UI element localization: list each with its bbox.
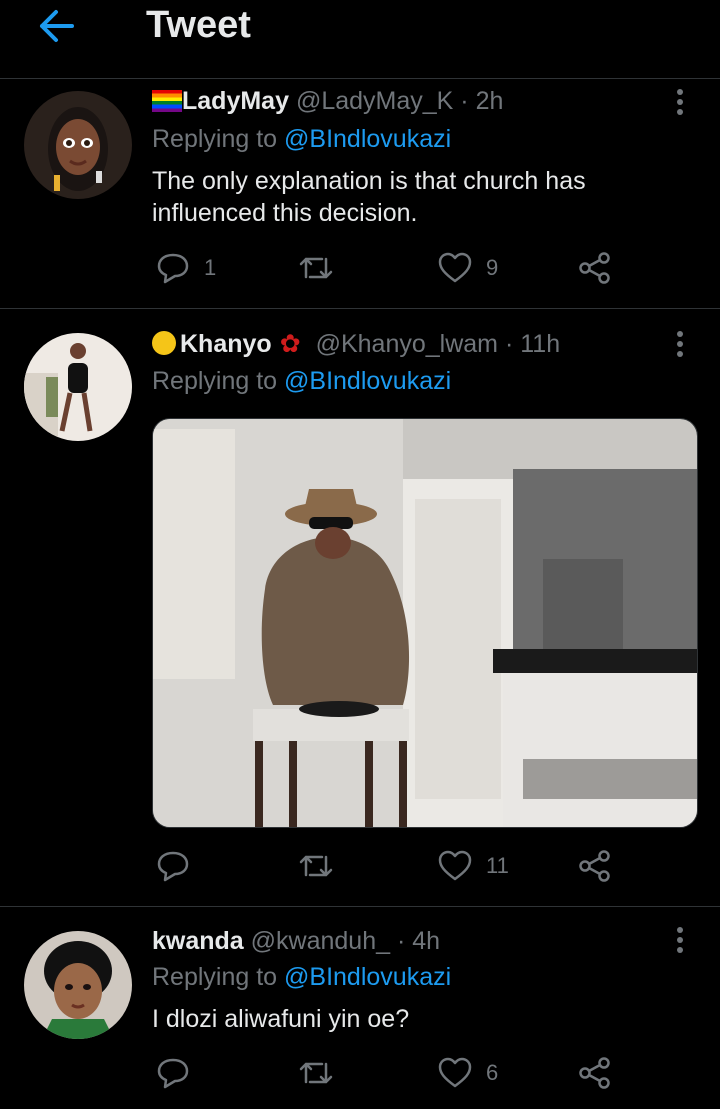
tweet-header: kwanda @kwanduh_ · 4h bbox=[152, 927, 440, 956]
reply-icon bbox=[157, 253, 189, 284]
share-icon bbox=[579, 252, 610, 284]
yellow-disc-icon bbox=[152, 331, 176, 355]
display-name[interactable]: kwanda bbox=[152, 927, 244, 955]
reply-count: 1 bbox=[204, 255, 217, 280]
reply-tweet[interactable]: kwanda @kwanduh_ · 4h Replying to @BIndl… bbox=[0, 907, 720, 1109]
replying-to: Replying to @BIndlovukazi bbox=[152, 125, 451, 154]
like-button[interactable]: 9 bbox=[438, 248, 498, 288]
replying-handle-link[interactable]: @BIndlovukazi bbox=[284, 367, 451, 395]
share-icon bbox=[579, 1057, 610, 1089]
timestamp[interactable]: · 11h bbox=[505, 330, 560, 358]
tweet-text: The only explanation is that church has … bbox=[152, 167, 586, 227]
more-vertical-icon bbox=[677, 89, 683, 115]
back-button[interactable] bbox=[36, 8, 76, 44]
user-handle[interactable]: @LadyMay_K bbox=[296, 87, 453, 115]
action-bar: 6 bbox=[0, 1053, 720, 1093]
retweet-icon bbox=[299, 257, 333, 279]
avatar[interactable] bbox=[24, 333, 132, 441]
rose-icon: ✿ bbox=[279, 330, 301, 358]
replying-label: Replying to bbox=[152, 125, 278, 153]
more-options-button[interactable] bbox=[672, 87, 688, 117]
retweet-button[interactable] bbox=[298, 1053, 348, 1093]
top-bar: Tweet bbox=[0, 0, 720, 79]
heart-icon bbox=[438, 1057, 472, 1088]
reply-icon bbox=[157, 851, 189, 882]
retweet-icon bbox=[299, 1062, 333, 1084]
page-title: Tweet bbox=[146, 4, 251, 46]
rainbow-flag-icon bbox=[152, 90, 182, 112]
timestamp[interactable]: · 4h bbox=[397, 927, 440, 955]
avatar[interactable] bbox=[24, 91, 132, 199]
arrow-left-icon bbox=[40, 10, 74, 42]
reply-button[interactable] bbox=[156, 1053, 204, 1093]
like-button[interactable]: 11 bbox=[438, 846, 509, 886]
tweet-header: Khanyo ✿ @Khanyo_lwam · 11h bbox=[152, 329, 560, 359]
more-vertical-icon bbox=[677, 927, 683, 953]
share-icon bbox=[579, 850, 610, 882]
action-bar: 1 9 bbox=[0, 248, 720, 288]
heart-icon bbox=[438, 850, 472, 881]
tweet-text: I dlozi aliwafuni yin oe? bbox=[152, 1005, 410, 1033]
replying-to: Replying to @BIndlovukazi bbox=[152, 367, 451, 396]
replying-label: Replying to bbox=[152, 963, 278, 991]
retweet-button[interactable] bbox=[298, 248, 348, 288]
like-count: 6 bbox=[486, 1060, 499, 1085]
like-count: 11 bbox=[486, 853, 509, 878]
user-handle[interactable]: @Khanyo_lwam bbox=[316, 330, 498, 358]
like-count: 9 bbox=[486, 255, 499, 280]
avatar[interactable] bbox=[24, 931, 132, 1039]
reply-button[interactable] bbox=[156, 846, 204, 886]
tweet-header: LadyMay @LadyMay_K · 2h bbox=[152, 87, 503, 116]
more-vertical-icon bbox=[677, 331, 683, 357]
timestamp[interactable]: · 2h bbox=[460, 87, 503, 115]
action-bar: 11 bbox=[0, 846, 720, 886]
retweet-button[interactable] bbox=[298, 846, 348, 886]
display-name[interactable]: LadyMay bbox=[182, 87, 289, 115]
tweet-photo[interactable] bbox=[152, 418, 698, 828]
replying-to: Replying to @BIndlovukazi bbox=[152, 963, 451, 992]
user-handle[interactable]: @kwanduh_ bbox=[251, 927, 390, 955]
reply-tweet[interactable]: LadyMay @LadyMay_K · 2h Replying to @BIn… bbox=[0, 79, 720, 309]
more-options-button[interactable] bbox=[672, 925, 688, 955]
replying-label: Replying to bbox=[152, 367, 278, 395]
share-button[interactable] bbox=[578, 248, 612, 288]
like-button[interactable]: 6 bbox=[438, 1053, 498, 1093]
replying-handle-link[interactable]: @BIndlovukazi bbox=[284, 125, 451, 153]
share-button[interactable] bbox=[578, 1053, 612, 1093]
replying-handle-link[interactable]: @BIndlovukazi bbox=[284, 963, 451, 991]
reply-button[interactable]: 1 bbox=[156, 248, 216, 288]
more-options-button[interactable] bbox=[672, 329, 688, 359]
retweet-icon bbox=[299, 855, 333, 877]
share-button[interactable] bbox=[578, 846, 612, 886]
display-name[interactable]: Khanyo bbox=[180, 330, 272, 358]
reply-icon bbox=[157, 1058, 189, 1089]
heart-icon bbox=[438, 252, 472, 283]
